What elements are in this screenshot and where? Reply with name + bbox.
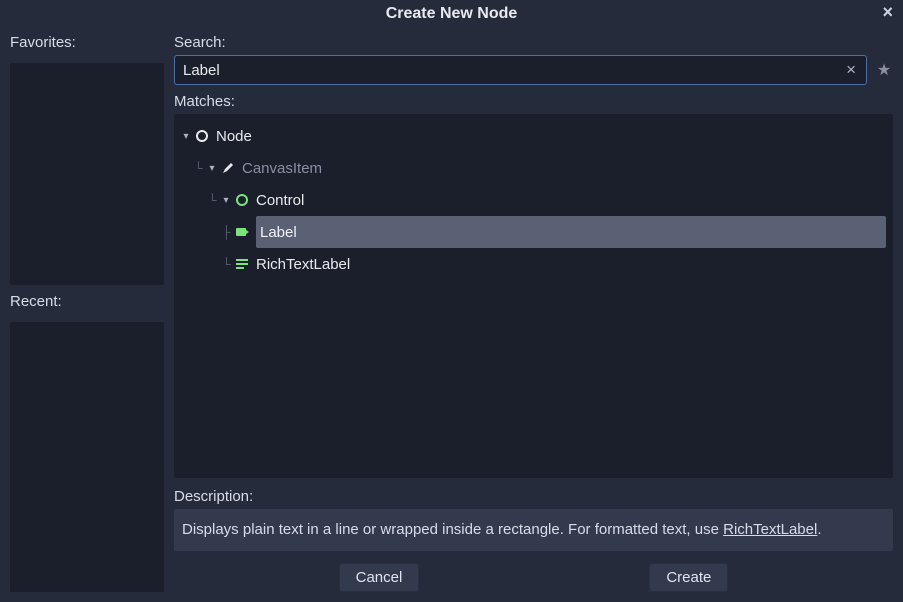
richtextlabel-link[interactable]: RichTextLabel [723, 521, 817, 538]
tree-row-node[interactable]: ▾ Node [180, 120, 890, 152]
window-title: Create New Node [386, 5, 518, 23]
label-icon [234, 224, 250, 240]
search-input[interactable] [183, 62, 844, 79]
node-icon [194, 128, 210, 144]
tree-label: RichTextLabel [256, 248, 890, 280]
search-row: × ★ [174, 55, 893, 85]
cancel-button[interactable]: Cancel [339, 563, 420, 592]
tree-row-richtextlabel[interactable]: └ RichTextLabel [180, 248, 890, 280]
chevron-down-icon[interactable]: ▾ [206, 163, 218, 174]
sidebar: Favorites: Recent: [10, 34, 164, 592]
close-icon[interactable]: × [882, 2, 893, 23]
brush-icon [220, 160, 236, 176]
create-button[interactable]: Create [649, 563, 728, 592]
tree-connector: └ [222, 257, 234, 271]
clear-search-icon[interactable]: × [844, 60, 858, 80]
description-panel: Displays plain text in a line or wrapped… [174, 509, 893, 552]
tree-label: Node [216, 120, 890, 152]
tree-row-canvasitem[interactable]: └ ▾ CanvasItem [180, 152, 890, 184]
recent-list[interactable] [10, 322, 164, 592]
description-text-after: . [817, 521, 821, 538]
dialog-body: Favorites: Recent: Search: × ★ Matches: … [0, 28, 903, 602]
recent-label: Recent: [10, 293, 164, 310]
matches-tree[interactable]: ▾ Node └ ▾ CanvasItem └ ▾ C [174, 114, 893, 478]
main-column: Search: × ★ Matches: ▾ Node └ ▾ [174, 34, 893, 592]
favorites-label: Favorites: [10, 34, 164, 51]
description-label: Description: [174, 488, 893, 505]
search-label: Search: [174, 34, 893, 51]
chevron-down-icon[interactable]: ▾ [180, 131, 192, 142]
tree-row-label[interactable]: ├ Label [180, 216, 890, 248]
tree-row-control[interactable]: └ ▾ Control [180, 184, 890, 216]
search-box: × [174, 55, 867, 85]
dialog-buttons: Cancel Create [174, 563, 893, 592]
favorite-star-icon[interactable]: ★ [875, 60, 893, 80]
matches-label: Matches: [174, 93, 893, 110]
titlebar: Create New Node × [0, 0, 903, 28]
chevron-down-icon[interactable]: ▾ [220, 195, 232, 206]
tree-label: Label [256, 216, 886, 248]
tree-connector: └ [208, 193, 220, 207]
tree-connector: └ [194, 161, 206, 175]
control-icon [234, 192, 250, 208]
tree-label: CanvasItem [242, 152, 890, 184]
favorites-list[interactable] [10, 63, 164, 285]
tree-connector: ├ [222, 225, 234, 239]
richtextlabel-icon [234, 256, 250, 272]
tree-label: Control [256, 184, 890, 216]
description-text: Displays plain text in a line or wrapped… [182, 521, 723, 538]
